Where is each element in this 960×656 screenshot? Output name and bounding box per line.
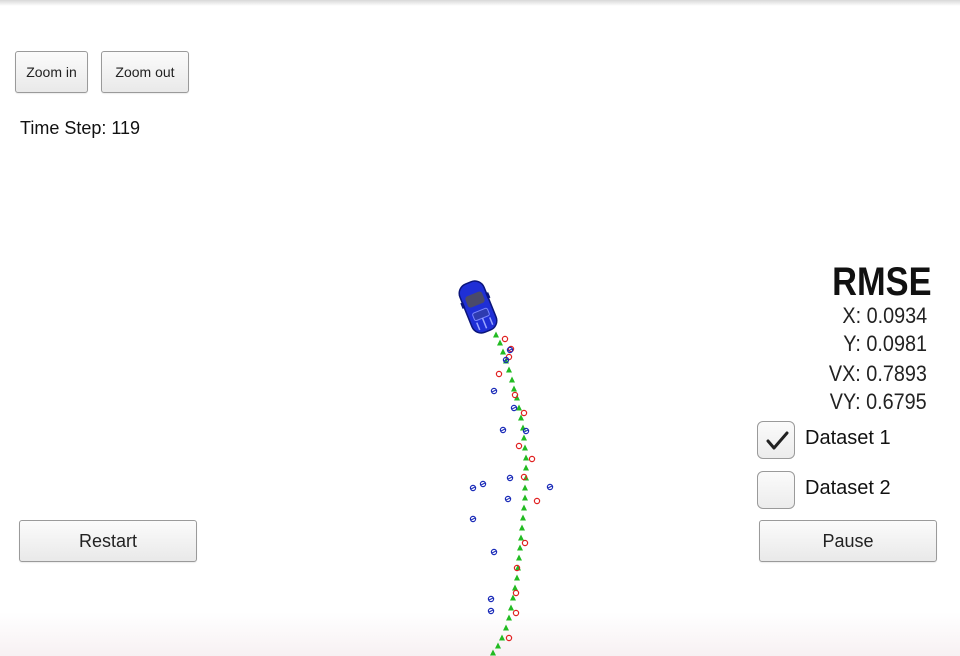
lidar-marker [512,589,520,597]
radar-direction [480,482,486,486]
estimate-marker [518,534,524,541]
estimate-marker [509,376,515,383]
estimate-marker [495,642,501,649]
dataset-2-label: Dataset 2 [805,477,891,499]
zoom-out-button[interactable]: Zoom out [101,51,189,93]
radar-direction [491,550,497,554]
zoom-in-button[interactable]: Zoom in [15,51,88,93]
estimate-marker [516,554,522,561]
estimate-marker [499,634,505,641]
estimate-marker [517,544,523,551]
estimate-marker [521,434,527,441]
lidar-marker [495,370,503,378]
radar-direction [491,389,497,393]
lidar-marker [515,442,523,450]
estimate-marker [522,444,528,451]
estimate-marker [522,484,528,491]
radar-direction [488,597,494,601]
lidar-marker [505,353,513,361]
checkmark-icon [766,431,789,450]
lidar-marker [512,609,520,617]
radar-direction [505,497,511,501]
lidar-marker [501,335,509,343]
lidar-marker [520,409,528,417]
radar-direction [547,485,553,489]
estimate-marker [503,624,509,631]
estimate-marker [493,331,499,338]
estimate-marker [506,366,512,373]
radar-direction [470,517,476,521]
lidar-marker [528,455,536,463]
estimate-marker [521,504,527,511]
radar-direction [507,476,513,480]
estimate-marker [490,649,496,656]
estimate-marker [508,604,514,611]
rmse-y-value: Y: 0.0981 [843,331,927,356]
estimate-marker [520,514,526,521]
rmse-vx-value: VX: 0.7893 [829,361,927,386]
estimate-marker [500,348,506,355]
estimate-marker [523,464,529,471]
estimate-marker [497,339,503,346]
rmse-x-value: X: 0.0934 [842,303,927,328]
estimate-marker [523,454,529,461]
estimate-marker [522,494,528,501]
estimate-marker [511,385,517,392]
dataset-1-checkbox[interactable] [757,421,795,459]
pause-button[interactable]: Pause [759,520,937,562]
estimate-marker [506,614,512,621]
rmse-vy-value: VY: 0.6795 [830,389,927,414]
radar-direction [470,486,476,490]
time-step-label: Time Step: 119 [20,118,141,138]
radar-direction [500,428,506,432]
radar-direction [511,406,517,410]
lidar-marker [505,634,513,642]
lidar-marker [533,497,541,505]
estimate-marker [514,574,520,581]
estimate-marker [512,584,518,591]
car [458,280,498,334]
dataset-1-label: Dataset 1 [805,427,891,449]
restart-button[interactable]: Restart [19,520,197,562]
lidar-marker [521,539,529,547]
measurement-markers [469,331,554,656]
radar-direction [488,609,494,613]
dataset-2-checkbox[interactable] [757,471,795,509]
estimate-marker [519,524,525,531]
rmse-title: RMSE [832,260,932,304]
estimate-marker [520,424,526,431]
